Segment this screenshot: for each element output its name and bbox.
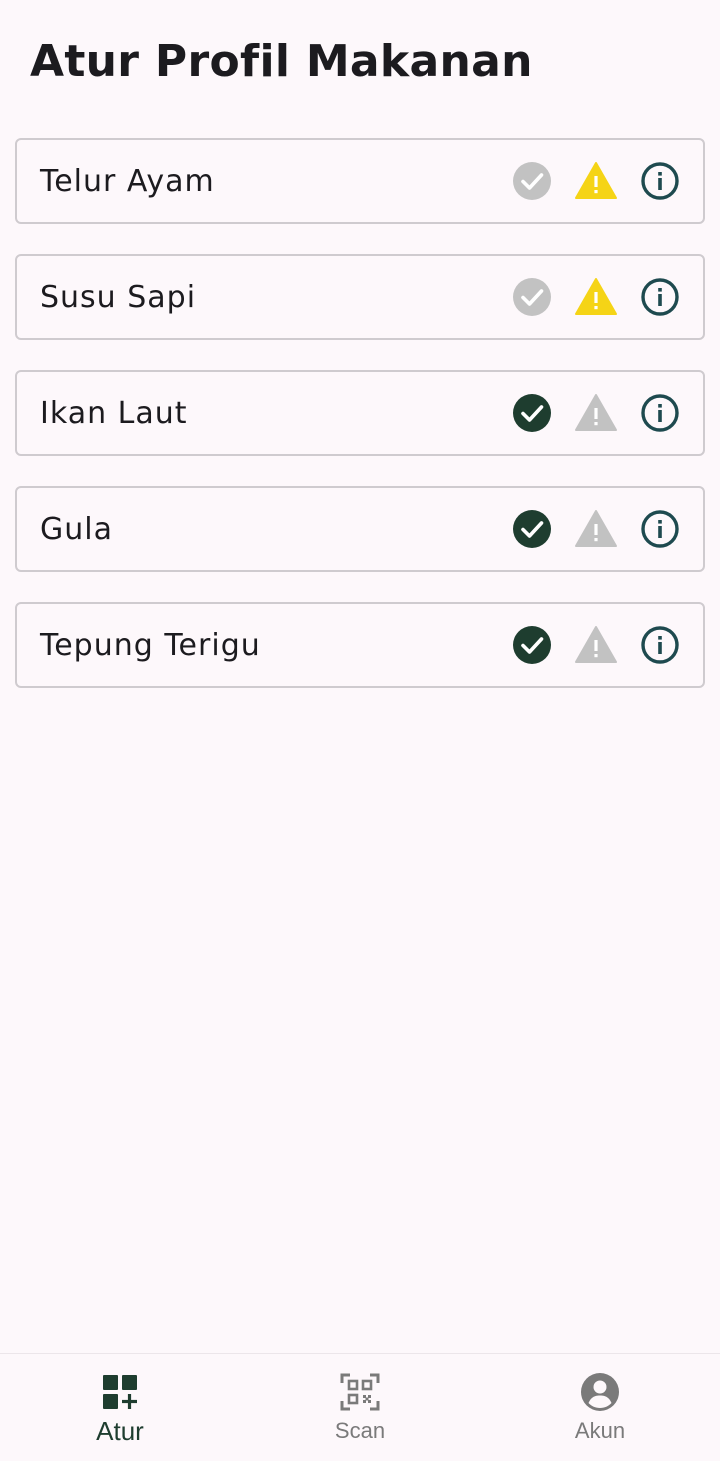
nav-item-scan[interactable]: Scan [240, 1354, 480, 1461]
item-label: Telur Ayam [40, 163, 215, 199]
info-circle-icon[interactable] [638, 507, 682, 551]
list-item[interactable]: Gula [15, 486, 705, 572]
dashboard-add-icon [98, 1370, 142, 1414]
info-circle-icon[interactable] [638, 623, 682, 667]
nav-label: Scan [334, 1418, 386, 1443]
check-circle-icon[interactable] [510, 507, 554, 551]
list-item[interactable]: Telur Ayam [15, 138, 705, 224]
check-circle-icon[interactable] [510, 159, 554, 203]
list-item[interactable]: Tepung Terigu [15, 602, 705, 688]
item-label: Tepung Terigu [40, 627, 261, 663]
list-item[interactable]: Susu Sapi [15, 254, 705, 340]
item-label: Ikan Laut [40, 395, 188, 431]
check-circle-icon[interactable] [510, 391, 554, 435]
item-label: Susu Sapi [40, 279, 197, 315]
item-label: Gula [40, 511, 113, 547]
warning-triangle-icon[interactable] [574, 391, 618, 435]
list-item[interactable]: Ikan Laut [15, 370, 705, 456]
qr-scan-icon [338, 1370, 382, 1414]
check-circle-icon[interactable] [510, 623, 554, 667]
bottom-navigation: Atur Scan Akun [0, 1353, 720, 1461]
nav-item-atur[interactable]: Atur [0, 1354, 240, 1461]
warning-triangle-icon[interactable] [574, 159, 618, 203]
check-circle-icon[interactable] [510, 275, 554, 319]
food-profile-list: Telur Ayam Susu Sapi Ikan Laut Gula Tepu… [15, 138, 705, 718]
nav-label: Atur [96, 1416, 144, 1446]
page-title: Atur Profil Makanan [30, 36, 533, 87]
info-circle-icon[interactable] [638, 159, 682, 203]
nav-item-akun[interactable]: Akun [480, 1354, 720, 1461]
nav-label: Akun [574, 1418, 626, 1443]
warning-triangle-icon[interactable] [574, 275, 618, 319]
info-circle-icon[interactable] [638, 391, 682, 435]
warning-triangle-icon[interactable] [574, 507, 618, 551]
info-circle-icon[interactable] [638, 275, 682, 319]
warning-triangle-icon[interactable] [574, 623, 618, 667]
account-circle-icon [578, 1370, 622, 1414]
